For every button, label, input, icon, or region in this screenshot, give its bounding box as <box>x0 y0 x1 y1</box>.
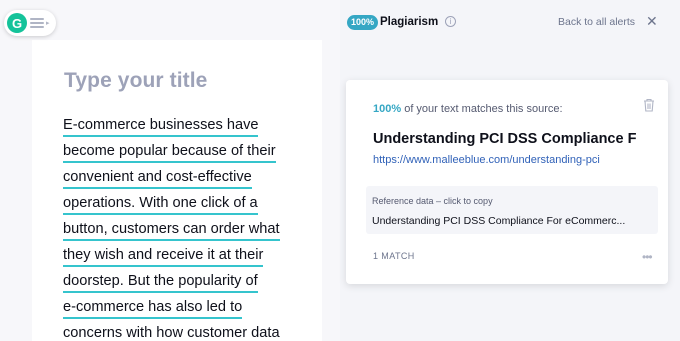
hamburger-menu-icon <box>30 18 44 28</box>
plagiarism-highlight[interactable]: they wish and receive it at their <box>63 247 264 267</box>
grammarly-button[interactable]: G ▸ <box>4 10 56 36</box>
plagiarism-percent-badge: 100% <box>347 15 379 30</box>
source-url-link[interactable]: https://www.malleeblue.com/understanding… <box>373 154 600 166</box>
document-line: E-commerce businesses have <box>63 112 311 138</box>
plagiarism-header: 100% Plagiarism i Back to all alerts ✕ <box>340 0 680 44</box>
document-line: e-commerce has also led to <box>63 294 311 320</box>
plagiarism-alert-card[interactable]: 100% of your text matches this source: U… <box>346 80 668 284</box>
plagiarism-highlight[interactable]: operations. With one click of a <box>63 195 258 215</box>
caret-right-icon: ▸ <box>46 20 50 27</box>
plagiarism-highlight[interactable]: become popular because of their <box>63 143 276 163</box>
document-line: they wish and receive it at their <box>63 242 311 268</box>
reference-data-box[interactable]: Reference data – click to copy Understan… <box>366 186 658 234</box>
document-line: doorstep. But the popularity of <box>63 268 311 294</box>
match-summary: 100% of your text matches this source: <box>373 103 563 115</box>
grammarly-logo-icon: G <box>7 13 27 33</box>
document-line: convenient and cost-effective <box>63 164 311 190</box>
plagiarism-highlight[interactable]: convenient and cost-effective <box>63 169 252 189</box>
reference-label: Reference data – click to copy <box>372 196 493 206</box>
reference-value: Understanding PCI DSS Compliance For eCo… <box>372 215 626 227</box>
document-title-input[interactable]: Type your title <box>64 69 207 93</box>
info-icon[interactable]: i <box>445 16 456 27</box>
plagiarism-highlight[interactable]: concerns with how customer data <box>63 325 280 341</box>
match-percent: 100% <box>373 103 402 115</box>
plagiarism-highlight[interactable]: button, customers can order what <box>63 221 280 241</box>
plagiarism-title: Plagiarism <box>380 16 439 28</box>
match-count: 1 MATCH <box>373 251 415 261</box>
document-line: concerns with how customer data <box>63 320 311 341</box>
document-line: become popular because of their <box>63 138 311 164</box>
document-body[interactable]: E-commerce businesses have become popular… <box>63 112 311 341</box>
match-text: of your text matches this source: <box>401 103 563 115</box>
document-line: button, customers can order what <box>63 216 311 242</box>
plagiarism-highlight[interactable]: E-commerce businesses have <box>63 117 259 137</box>
more-options-icon[interactable]: ••• <box>642 250 653 264</box>
trash-icon[interactable] <box>643 98 655 112</box>
close-icon[interactable]: ✕ <box>646 14 658 28</box>
back-to-alerts-link[interactable]: Back to all alerts <box>558 16 635 28</box>
document-line: operations. With one click of a <box>63 190 311 216</box>
plagiarism-highlight[interactable]: doorstep. But the popularity of <box>63 273 258 293</box>
source-title: Understanding PCI DSS Compliance F <box>373 131 637 147</box>
plagiarism-highlight[interactable]: e-commerce has also led to <box>63 299 243 319</box>
